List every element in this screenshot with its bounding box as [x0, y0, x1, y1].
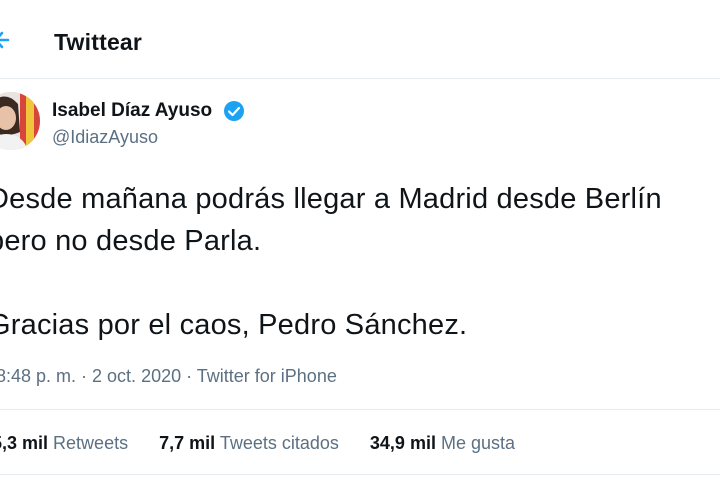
author-handle[interactable]: @IdiazAyuso [52, 127, 158, 148]
retweets-count: 5,3 mil [0, 433, 49, 453]
tweet-text-line: pero no desde Parla. [0, 225, 262, 257]
tweet-text-line: Gracias por el caos, Pedro Sánchez. [0, 309, 468, 341]
tweet-text-line: Desde mañana podrás llegar a Madrid desd… [0, 183, 662, 215]
divider [0, 409, 720, 410]
avatar-image [0, 92, 40, 150]
likes-label: Me gusta [440, 433, 516, 453]
quote-tweets-label: Tweets citados [219, 433, 339, 453]
tweet-stats: 5,3 mil Retweets 7,7 mil Tweets citados … [0, 433, 541, 454]
likes-stat[interactable]: 34,9 mil Me gusta [370, 433, 515, 454]
divider [0, 474, 720, 475]
retweets-label: Retweets [53, 433, 129, 453]
back-arrow-icon[interactable] [0, 28, 10, 52]
tweet-timestamp[interactable]: 8:48 p. m. · 2 oct. 2020 · Twitter for i… [0, 366, 337, 387]
avatar[interactable] [0, 92, 40, 150]
author-name[interactable]: Isabel Díaz Ayuso [52, 100, 212, 122]
likes-count: 34,9 mil [369, 433, 436, 453]
retweets-stat[interactable]: 5,3 mil Retweets [0, 433, 128, 454]
header: Twittear [0, 0, 720, 79]
header-title: Twittear [54, 29, 143, 55]
verified-badge-icon [224, 101, 244, 121]
quote-tweets-count: 7,7 mil [159, 433, 216, 453]
quote-tweets-stat[interactable]: 7,7 mil Tweets citados [159, 433, 339, 454]
